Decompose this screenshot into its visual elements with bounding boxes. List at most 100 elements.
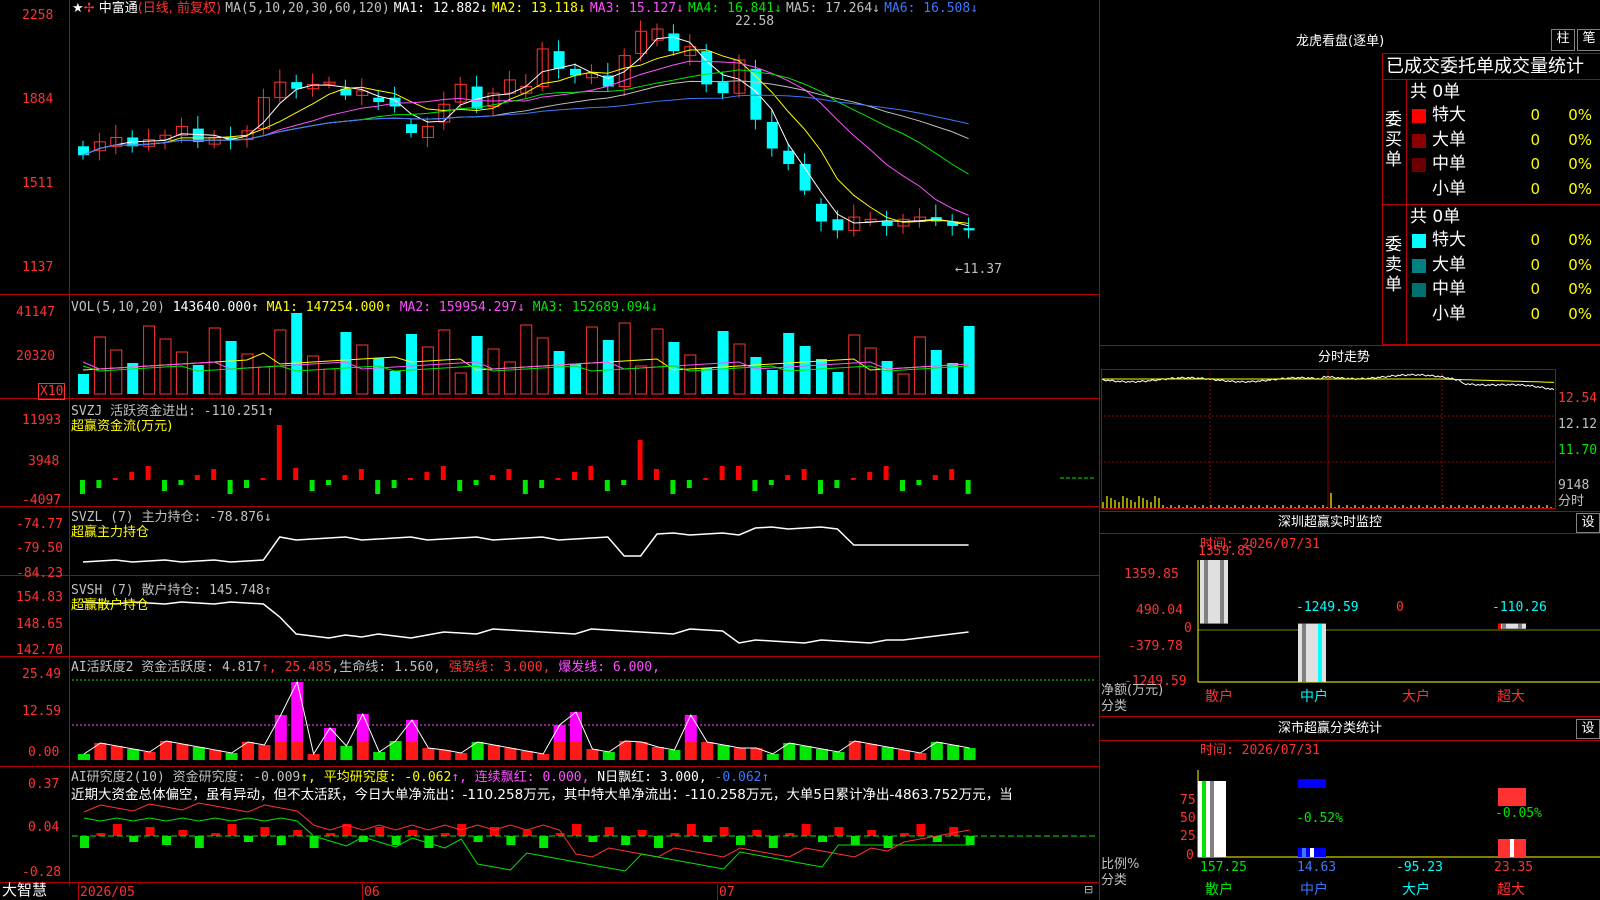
row-count: 0 — [1530, 130, 1540, 149]
fund-flow-bar — [260, 478, 266, 480]
kline-svg — [72, 20, 1095, 872]
row-color-swatch — [1412, 258, 1426, 273]
kline-area[interactable]: ★✢ 中富通(日线, 前复权) MA(5,10,20,30,60,120) MA… — [0, 0, 1100, 900]
active-bar — [734, 748, 746, 760]
candle-body — [192, 128, 204, 142]
vol-ma2: MA2: 159954.297↓ — [399, 300, 525, 315]
classify-title: 深市超赢分类统计 — [1278, 721, 1383, 736]
ai-research-tick: -0.28 — [22, 865, 62, 880]
research-bar — [834, 827, 844, 836]
row-color-swatch — [1412, 307, 1426, 322]
svzj-tick: 3948 — [28, 454, 60, 469]
volume-bar — [963, 326, 975, 394]
active-bar — [652, 747, 664, 760]
active-bar — [143, 752, 156, 760]
fund-flow-bar — [112, 478, 118, 480]
candle-body — [503, 79, 516, 94]
candles-layer — [78, 20, 975, 239]
active-layer — [72, 679, 1095, 760]
research-bar — [276, 836, 286, 845]
fund-flow-bar — [604, 480, 610, 491]
volume-bar — [110, 349, 123, 395]
active-bar — [160, 742, 172, 760]
active-bar — [832, 752, 845, 760]
fund-flow-bar — [867, 472, 873, 480]
fund-flow-bar — [539, 480, 545, 488]
monitor-sep — [1100, 533, 1600, 534]
classify-settings-button[interactable]: 设 — [1576, 719, 1600, 739]
svsh-tick: 148.65 — [16, 617, 63, 632]
minute-tick: 12.12 — [1558, 417, 1598, 432]
minute-svg — [1100, 369, 1556, 509]
lock-icon[interactable]: ⊟ — [1084, 882, 1093, 897]
ma-line — [82, 94, 969, 156]
classify-category: 中户 — [1300, 882, 1328, 898]
volume-bar — [93, 336, 106, 395]
volume-bar — [291, 313, 303, 394]
monitor-value-label: -1249.59 — [1296, 600, 1359, 615]
app-logo[interactable]: 大智慧 — [2, 883, 47, 898]
candle-body — [816, 203, 827, 222]
research-bar — [768, 836, 778, 848]
high-price-label: 22.58 — [735, 14, 775, 29]
fund-flow-bar — [326, 480, 331, 485]
bar-view-button[interactable]: 柱 — [1551, 29, 1575, 51]
fund-flow-bar — [375, 480, 381, 494]
vol-value: 143640.000↑ — [172, 300, 259, 315]
monitor-bar — [1498, 623, 1526, 629]
svzl-tick: -79.50 — [16, 541, 63, 556]
volume-bar — [570, 364, 581, 394]
row-count: 0 — [1530, 304, 1540, 323]
research-bar — [604, 827, 614, 836]
classify-bar-shade — [1502, 839, 1506, 857]
fund-flow-bar — [276, 425, 282, 480]
active-bar — [684, 742, 697, 760]
research-bar — [129, 836, 139, 842]
ma-line — [82, 36, 969, 227]
svzl-label: SVZL (7) 主力持仓: -78.876↓ — [71, 510, 272, 525]
ai-research-v5: -0.062↑ — [714, 770, 770, 785]
row-count: 0 — [1530, 179, 1540, 198]
vol-tick: 41147 — [16, 305, 56, 320]
right-panel: 龙虎看盘(逐单) 柱 笔 已成交委托单成交量统计 委买单 委卖单 共 0单 共 … — [1100, 0, 1600, 900]
svsh-layer — [82, 601, 969, 644]
row-pct: 0% — [1568, 304, 1592, 323]
row-color-swatch — [1412, 182, 1426, 197]
vol-ma1: MA1: 147254.000↑ — [266, 300, 392, 315]
fund-flow-bar — [965, 480, 971, 494]
ai-active-tick: 12.59 — [22, 704, 62, 719]
fund-flow-bar — [457, 480, 463, 491]
tick-view-button[interactable]: 笔 — [1577, 29, 1600, 51]
volume-bar — [553, 351, 565, 394]
active-bar — [504, 748, 517, 760]
research-bar — [654, 836, 663, 848]
volume-bar — [733, 343, 746, 395]
ma-lines-layer — [82, 36, 969, 227]
candle-body — [881, 221, 893, 226]
active-bar — [684, 715, 697, 742]
candle-body — [717, 82, 729, 94]
research-bar — [490, 827, 499, 836]
minute-tick: 11.70 — [1558, 443, 1598, 458]
active-bar — [553, 725, 566, 742]
research-bar — [621, 836, 631, 845]
fund-flow-bar — [736, 466, 741, 480]
ai-research-tick: 0.37 — [28, 777, 60, 792]
volume-bar — [471, 336, 483, 394]
monitor-settings-button[interactable]: 设 — [1576, 513, 1600, 533]
research-bar — [80, 836, 89, 848]
active-bar — [816, 749, 828, 760]
monitor-category: 散户 — [1205, 689, 1233, 705]
fund-flow-bar — [785, 475, 791, 480]
active-bar — [520, 751, 533, 760]
row-pct: 0% — [1568, 130, 1592, 149]
sell-label: 委卖单 — [1385, 235, 1402, 295]
research-bar — [145, 827, 155, 836]
volume-bar — [487, 348, 500, 395]
research-bar — [375, 827, 385, 836]
fund-flow-bar — [342, 475, 348, 480]
volume-bar — [340, 332, 352, 394]
volume-bar — [503, 361, 516, 395]
fund-flow-bar — [424, 472, 430, 480]
classify-bar-shade — [1310, 848, 1314, 857]
